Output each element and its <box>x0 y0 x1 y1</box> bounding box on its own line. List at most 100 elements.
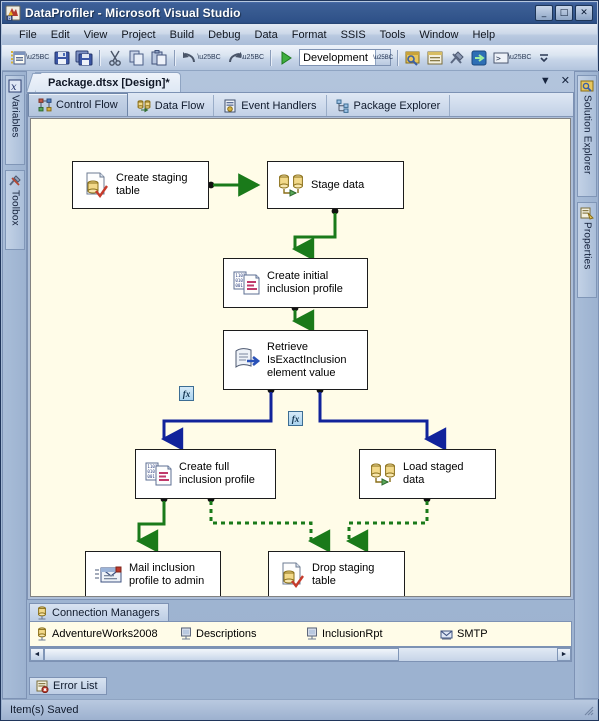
document-tab-controls: ▼ ✕ <box>540 74 570 88</box>
task-stage-data[interactable]: Stage data <box>267 161 404 209</box>
standard-toolbar: \u25BC \u25BC \u25BC Development \u25BC … <box>2 45 597 71</box>
task-drop-staging-table[interactable]: Drop staging table <box>268 551 405 596</box>
sidebar-label-solution-explorer: Solution Explorer <box>581 95 593 175</box>
menu-item-build[interactable]: Build <box>163 27 201 43</box>
connection-manager-inclusionrpt[interactable]: InclusionRpt <box>306 627 383 641</box>
scroll-left-button[interactable]: ◄ <box>30 648 44 661</box>
close-button[interactable]: ✕ <box>575 5 593 21</box>
error-list-icon <box>36 680 49 693</box>
solution-configuration-combo[interactable]: Development \u25BC <box>299 49 393 66</box>
task-mail-inclusion-profile[interactable]: Mail inclusion profile to admin <box>85 551 221 596</box>
visual-studio-icon: B <box>5 5 21 22</box>
expression-badge-label-right: fx <box>291 413 300 424</box>
task-retrieve-isexactinclusion[interactable]: Retrieve IsExactInclusion element value <box>223 330 368 390</box>
connection-managers-hscrollbar[interactable]: ◄ ► <box>29 647 572 662</box>
task-create-staging-table[interactable]: Create staging table <box>72 161 209 209</box>
menu-item-view[interactable]: View <box>77 27 115 43</box>
minimize-button[interactable]: _ <box>535 5 553 21</box>
tab-error-list[interactable]: Error List <box>29 677 107 695</box>
connection-managers-list[interactable]: AdventureWorks2008 Descriptions Inclusio… <box>29 621 572 647</box>
save-icon[interactable] <box>51 47 73 69</box>
window-controls: _ □ ✕ <box>535 5 597 21</box>
connection-manager-smtp[interactable]: SMTP <box>440 628 488 641</box>
task-create-full-inclusion-profile[interactable]: 1101 010 001 Create full inclusion profile <box>135 449 276 499</box>
toolbar-overflow-icon[interactable] <box>533 47 555 69</box>
svg-text:x: x <box>11 82 17 93</box>
tab-data-flow[interactable]: Data Flow <box>128 95 215 116</box>
task-create-initial-inclusion-profile[interactable]: 1101 010 001 Create initial inclusion prof… <box>223 258 368 308</box>
task-label-create-initial-inclusion-profile: Create initial inclusion profile <box>267 270 343 295</box>
task-label-load-staged-data: Load staged data <box>403 461 464 486</box>
menu-item-format[interactable]: Format <box>285 27 334 43</box>
navigate-forward-icon[interactable] <box>468 47 490 69</box>
solution-configuration-value: Development <box>303 51 368 64</box>
visual-studio-window: B DataProfiler - Microsoft Visual Studio… <box>0 0 599 721</box>
task-load-staged-data[interactable]: Load staged data <box>359 449 496 499</box>
event-handlers-icon <box>224 99 236 112</box>
properties-window-icon[interactable] <box>424 47 446 69</box>
connection-manager-label: InclusionRpt <box>322 628 383 640</box>
expression-badge-right[interactable]: fx <box>288 411 303 426</box>
redo-icon[interactable] <box>223 47 245 69</box>
title-bar: B DataProfiler - Microsoft Visual Studio… <box>2 2 597 24</box>
menu-item-project[interactable]: Project <box>114 27 162 43</box>
data-flow-task-icon <box>276 170 306 200</box>
tab-event-handlers[interactable]: Event Handlers <box>214 95 327 116</box>
sidebar-label-properties: Properties <box>581 222 593 270</box>
expression-badge-label-left: fx <box>182 388 191 399</box>
toolbox-icon[interactable] <box>446 47 468 69</box>
status-text: Item(s) Saved <box>10 704 79 716</box>
sidebar-item-variables[interactable]: x Variables <box>5 75 25 165</box>
task-label-create-staging-table: Create staging table <box>116 172 188 197</box>
tab-package-explorer[interactable]: Package Explorer <box>327 95 451 116</box>
menu-item-debug[interactable]: Debug <box>201 27 247 43</box>
paste-icon[interactable] <box>148 47 170 69</box>
menu-item-edit[interactable]: Edit <box>44 27 77 43</box>
package-explorer-icon <box>336 99 348 113</box>
tab-label-error-list: Error List <box>53 680 98 692</box>
menu-item-ssis[interactable]: SSIS <box>334 27 373 43</box>
sidebar-item-solution-explorer[interactable]: Solution Explorer <box>577 75 597 197</box>
sidebar-item-properties[interactable]: Properties <box>577 202 597 298</box>
maximize-button[interactable]: □ <box>555 5 573 21</box>
scroll-thumb[interactable] <box>44 648 399 661</box>
connection-manager-descriptions[interactable]: Descriptions <box>180 627 257 641</box>
toolbar-separator <box>270 49 272 66</box>
menu-item-window[interactable]: Window <box>412 27 465 43</box>
connection-manager-label: Descriptions <box>196 628 257 640</box>
expression-badge-left[interactable]: fx <box>179 386 194 401</box>
send-mail-task-icon <box>94 560 124 590</box>
cut-icon[interactable] <box>104 47 126 69</box>
menu-item-tools[interactable]: Tools <box>373 27 413 43</box>
start-debug-icon[interactable] <box>275 47 297 69</box>
save-all-icon[interactable] <box>73 47 95 69</box>
document-tab-label: Package.dtsx [Design]* <box>48 77 170 89</box>
toolbar-separator <box>99 49 101 66</box>
chevron-down-icon[interactable]: \u25BC <box>373 50 393 65</box>
control-flow-canvas[interactable]: Create staging table Stage data 1101 010… <box>30 118 571 597</box>
scroll-right-button[interactable]: ► <box>557 648 571 661</box>
right-dock-strip: Solution Explorer Properties <box>574 71 599 699</box>
document-tab-package-dtsx[interactable]: Package.dtsx [Design]* <box>35 72 181 93</box>
new-project-icon[interactable] <box>8 47 30 69</box>
window-title: DataProfiler - Microsoft Visual Studio <box>25 6 241 20</box>
solution-explorer-icon[interactable] <box>402 47 424 69</box>
sidebar-item-toolbox[interactable]: Toolbox <box>5 170 25 250</box>
copy-icon[interactable] <box>126 47 148 69</box>
document-close-icon[interactable]: ✕ <box>561 74 570 87</box>
smtp-connection-icon <box>440 630 453 640</box>
svg-text:001: 001 <box>235 283 243 288</box>
undo-icon[interactable] <box>179 47 201 69</box>
tab-control-flow[interactable]: Control Flow <box>28 93 128 116</box>
command-window-icon[interactable]: > <box>490 47 512 69</box>
document-list-dropdown-icon[interactable]: ▼ <box>540 75 551 87</box>
connection-manager-adventureworks2008[interactable]: AdventureWorks2008 <box>36 627 158 641</box>
tab-connection-managers[interactable]: Connection Managers <box>29 603 169 621</box>
menu-item-help[interactable]: Help <box>465 27 502 43</box>
status-bar: Item(s) Saved <box>2 699 597 720</box>
resize-grip-icon[interactable] <box>582 704 594 716</box>
toolbar-separator <box>174 49 176 66</box>
menu-item-file[interactable]: File <box>12 27 44 43</box>
connection-manager-label: SMTP <box>457 628 488 640</box>
menu-item-data[interactable]: Data <box>248 27 285 43</box>
